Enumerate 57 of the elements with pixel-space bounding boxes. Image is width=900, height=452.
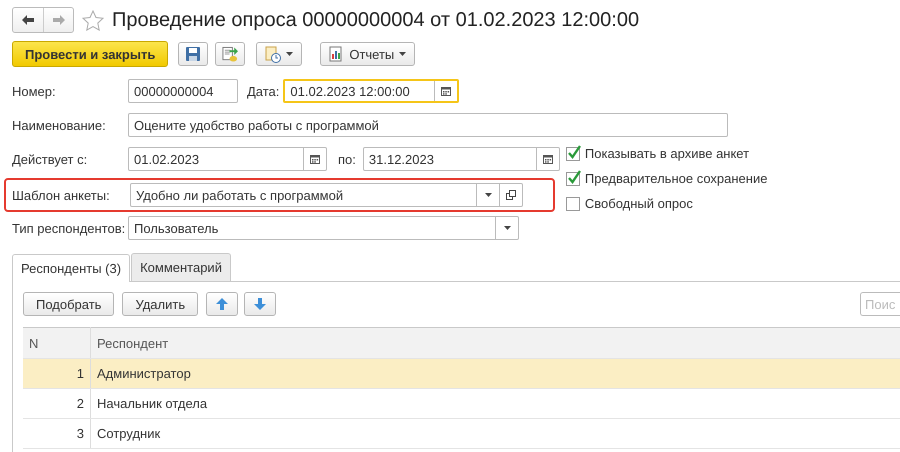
field-label: Номер: bbox=[12, 84, 57, 98]
name-field[interactable]: Оцените удобство работы с программой bbox=[128, 113, 728, 137]
tab[interactable]: Комментарий bbox=[131, 253, 231, 281]
checkbox-label: Предварительное сохранение bbox=[584, 171, 768, 186]
caret-icon bbox=[504, 226, 510, 230]
forward-arrow-icon bbox=[52, 15, 64, 25]
move-down-button[interactable] bbox=[244, 292, 276, 316]
post-and-close-button[interactable]: Провести и закрыть bbox=[12, 41, 168, 67]
post-button[interactable] bbox=[215, 42, 246, 66]
table-cell: Администратор bbox=[90, 358, 900, 388]
table-cell: 2 bbox=[23, 388, 90, 418]
down-arrow-icon bbox=[254, 298, 266, 310]
toolbar-button[interactable]: Удалить bbox=[122, 292, 198, 316]
star-icon[interactable] bbox=[82, 10, 104, 30]
checkbox-label: Показывать в архиве анкет bbox=[584, 146, 750, 161]
field-label: Дата: bbox=[247, 84, 280, 98]
table-cell: Сотрудник bbox=[90, 418, 900, 448]
report-chart-icon bbox=[329, 46, 344, 62]
reports-button[interactable]: Отчеты bbox=[320, 42, 416, 66]
move-up-button[interactable] bbox=[206, 292, 238, 316]
field-label: Наименование: bbox=[12, 118, 107, 132]
table-cell: 1 bbox=[23, 358, 90, 388]
checkbox[interactable] bbox=[566, 196, 580, 210]
calendar-icon[interactable] bbox=[542, 154, 553, 164]
checkbox[interactable] bbox=[566, 146, 580, 160]
field-label: Шаблон анкеты: bbox=[12, 188, 111, 202]
window-title: Проведение опроса 00000000004 от 01.02.2023 12:00:00 bbox=[112, 8, 640, 32]
open-icon[interactable] bbox=[506, 190, 516, 200]
checkbox[interactable] bbox=[566, 172, 580, 186]
field-label: по: bbox=[338, 152, 356, 166]
respondent-type-field[interactable]: Пользователь bbox=[128, 216, 519, 240]
document-arrow-icon bbox=[222, 46, 238, 62]
field-label: Действует с: bbox=[12, 152, 88, 166]
template-field[interactable]: Удобно ли работать с программой bbox=[130, 183, 523, 207]
checkbox-label: Свободный опрос bbox=[584, 196, 693, 211]
tab[interactable]: Респонденты (3) bbox=[12, 254, 130, 282]
calendar-icon[interactable] bbox=[441, 86, 452, 96]
history-menu-button[interactable] bbox=[256, 42, 302, 66]
save-button[interactable] bbox=[178, 42, 208, 66]
end-date-field[interactable]: 31.12.2023 bbox=[362, 147, 560, 171]
caret-icon bbox=[484, 193, 492, 197]
back-arrow-icon bbox=[22, 15, 34, 25]
toolbar-button[interactable]: Подобрать bbox=[23, 292, 114, 316]
start-date-field[interactable]: 01.02.2023 bbox=[128, 147, 327, 171]
number-field[interactable]: 00000000004 bbox=[128, 79, 238, 103]
column-header[interactable]: Респондент bbox=[90, 328, 900, 358]
field-label: Тип респондентов: bbox=[12, 220, 126, 236]
search-field[interactable]: Поис bbox=[860, 292, 900, 316]
column-header[interactable]: N bbox=[23, 328, 90, 358]
table-cell: 3 bbox=[23, 418, 90, 448]
caret-icon bbox=[399, 52, 406, 56]
table-cell: Начальник отдела bbox=[90, 388, 900, 418]
calendar-icon[interactable] bbox=[310, 154, 320, 164]
date-field[interactable]: 01.02.2023 12:00:00 bbox=[283, 79, 460, 103]
caret-icon bbox=[286, 52, 294, 56]
document-clock-icon bbox=[265, 46, 282, 62]
up-arrow-icon bbox=[216, 298, 228, 310]
